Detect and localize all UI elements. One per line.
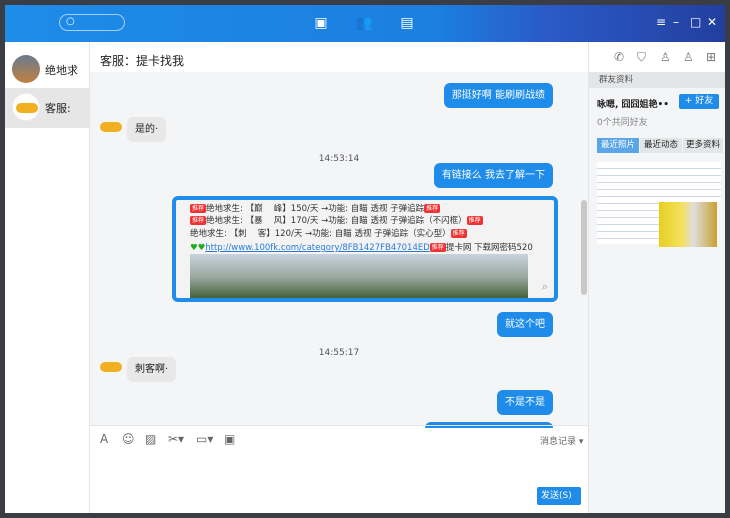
game-screenshot-image[interactable] bbox=[190, 254, 528, 298]
contact-item[interactable]: 绝地求 bbox=[5, 50, 90, 88]
menu-icon[interactable]: ≡ bbox=[656, 15, 666, 29]
close-icon[interactable]: ✕ bbox=[707, 15, 717, 29]
common-friends: 0个共同好友 bbox=[597, 118, 648, 128]
contact-name: 客服: bbox=[45, 102, 71, 115]
avatar bbox=[100, 362, 122, 372]
profile-panel: ✆ ⛉ ♙ ♙ ⊞ 群友资料 咏嗯, 囧囧姐艳•• + 好友 0个共同好友 最近… bbox=[588, 42, 725, 513]
message-history-button[interactable]: 消息记录 ▾ bbox=[540, 434, 583, 447]
tab-recent-photos[interactable]: 最近照片 bbox=[597, 138, 639, 153]
history-label: 消息记录 bbox=[540, 437, 577, 447]
contact-sidebar: 绝地求 客服: bbox=[5, 42, 90, 513]
scissors-icon[interactable]: ✂▾ bbox=[168, 432, 184, 446]
card-line: 绝地求生: 【暴 风】170/天 →功能: 自瞄 透视 子弹追踪（不闪框） bbox=[206, 216, 467, 226]
contact-item[interactable]: 客服: bbox=[5, 88, 90, 128]
shield-icon: ♥♥ bbox=[190, 243, 206, 253]
folder-icon[interactable]: ▭▾ bbox=[196, 432, 213, 446]
shield-icon[interactable]: ⛉ bbox=[637, 50, 646, 65]
search-box[interactable]: ○ bbox=[59, 14, 125, 31]
chat-panel: 客服：提卡找我 那挺好啊 能刷刷战绩 是的· 14:53:14 有链接么 我去了… bbox=[90, 42, 588, 513]
contacts-icon[interactable]: 👥 bbox=[355, 15, 373, 31]
emoji-icon[interactable]: ☺ bbox=[122, 432, 135, 446]
message-bubble: 有链接么 我去了解一下 bbox=[433, 163, 553, 188]
contact-name: 绝地求 bbox=[45, 64, 78, 77]
message-input[interactable] bbox=[90, 451, 588, 483]
recent-photo[interactable] bbox=[597, 162, 659, 244]
recent-photo[interactable] bbox=[659, 162, 721, 202]
card-line: 绝地求生: 【巅 峰】150/天 →功能: 自瞄 透视 子弹追踪 bbox=[206, 204, 425, 214]
font-icon[interactable]: A bbox=[100, 432, 108, 446]
tag-badge: 推荐 bbox=[424, 204, 441, 213]
search-icon: ○ bbox=[66, 16, 75, 27]
message-bubble: 是的· bbox=[127, 117, 167, 142]
card-line: 提卡网 下载网密码520 bbox=[445, 243, 533, 253]
add-user-icon[interactable]: ♙ bbox=[683, 50, 694, 64]
message-bubble: 刺客啊· bbox=[127, 357, 177, 382]
phone-icon[interactable]: ✆ bbox=[614, 50, 624, 64]
tab-more-info[interactable]: 更多资料 bbox=[683, 138, 723, 153]
card-link[interactable]: http://www.100fk.com/category/8FB1427FB4… bbox=[205, 243, 430, 253]
promo-card-message[interactable]: 推荐 绝地求生: 【巅 峰】150/天 →功能: 自瞄 透视 子弹追踪 推荐 推荐绝… bbox=[172, 196, 558, 302]
top-bar: ○ ▣ 👥 ▤ ≡ – □ ✕ bbox=[5, 5, 725, 42]
message-bubble: 就这个吧 bbox=[497, 312, 553, 337]
user-settings-icon[interactable]: ♙ bbox=[660, 50, 671, 64]
tag-badge: 推荐 bbox=[190, 216, 207, 225]
message-bubble: 那挺好啊 能刷刷战绩 bbox=[443, 83, 553, 108]
scrollbar-thumb[interactable] bbox=[581, 200, 587, 295]
history-doc-icon[interactable]: ▣ bbox=[224, 432, 235, 446]
maximize-icon[interactable]: □ bbox=[690, 15, 701, 29]
message-list[interactable]: 那挺好啊 能刷刷战绩 是的· 14:53:14 有链接么 我去了解一下 推荐 绝地… bbox=[90, 72, 588, 428]
tag-badge: 推荐 bbox=[190, 204, 207, 213]
tab-recent-activity[interactable]: 最近动态 bbox=[640, 138, 682, 153]
tag-badge: 推荐 bbox=[466, 216, 483, 225]
section-title: 群友资料 bbox=[589, 72, 725, 88]
card-line: 绝地求生: 【刺 客】120/天 →功能: 自瞄 透视 子弹追踪（实心型） bbox=[190, 229, 451, 239]
chat-icon[interactable]: ▣ bbox=[312, 15, 330, 31]
add-friend-button[interactable]: + 好友 bbox=[679, 94, 719, 109]
app-window: ○ ▣ 👥 ▤ ≡ – □ ✕ 绝地求 客服: 客服：提卡找我 那挺好啊 能刷刷… bbox=[5, 5, 725, 513]
image-icon[interactable]: ▨ bbox=[145, 432, 156, 446]
tag-badge: 推荐 bbox=[450, 229, 467, 238]
profile-details: 群友资料 咏嗯, 囧囧姐艳•• + 好友 0个共同好友 最近照片 最近动态 更多… bbox=[589, 72, 725, 513]
message-bubble: 不是不是 bbox=[497, 390, 553, 415]
zoom-icon[interactable]: ⌕ bbox=[542, 280, 548, 294]
input-toolbar: A ☺ ▨ ✂▾ ▭▾ ▣ 消息记录 ▾ bbox=[90, 425, 588, 450]
recent-photo[interactable] bbox=[659, 202, 717, 247]
send-label: 发送(S) bbox=[541, 491, 572, 501]
profile-name: 咏嗯, 囧囧姐艳•• bbox=[597, 100, 670, 110]
tag-badge: 推荐 bbox=[429, 243, 446, 252]
files-icon[interactable]: ▤ bbox=[398, 15, 416, 31]
chat-title: 客服：提卡找我 bbox=[100, 54, 185, 68]
avatar bbox=[12, 55, 40, 83]
scrollbar[interactable] bbox=[580, 102, 588, 455]
avatar bbox=[100, 122, 122, 132]
add-group-icon[interactable]: ⊞ bbox=[706, 50, 716, 64]
chevron-down-icon[interactable]: ▾ bbox=[545, 509, 550, 513]
avatar bbox=[12, 93, 40, 121]
send-button[interactable]: 发送(S) ▾ bbox=[537, 487, 581, 513]
minimize-icon[interactable]: – bbox=[673, 15, 679, 29]
